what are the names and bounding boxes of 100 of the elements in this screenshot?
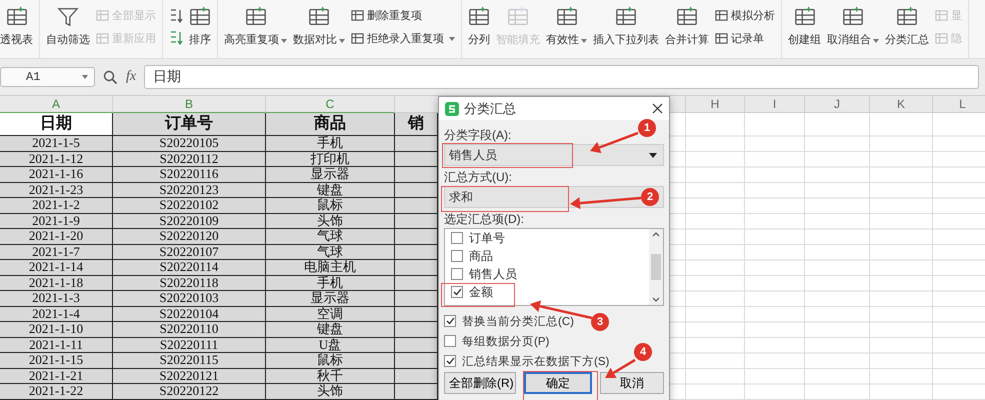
- table-cell: [395, 353, 438, 368]
- column-header[interactable]: L: [933, 96, 985, 112]
- table-cell: 2021-1-14: [0, 260, 113, 276]
- dialog-button[interactable]: 全部删除(R): [444, 372, 516, 394]
- close-button[interactable]: [652, 103, 663, 114]
- caret-icon: [339, 39, 345, 43]
- table-cell: 商品: [266, 113, 395, 136]
- ribbon-button[interactable]: 自动筛选: [46, 6, 90, 47]
- checkbox[interactable]: [444, 355, 456, 367]
- table-icon: [935, 9, 948, 22]
- scroll-thumb[interactable]: [651, 254, 661, 280]
- table-cell: [395, 291, 438, 306]
- table-icon: [189, 6, 211, 28]
- table-cell: [395, 152, 438, 167]
- ribbon-button[interactable]: 删除重复项: [351, 8, 455, 23]
- arrow: [570, 196, 642, 210]
- table-cell: S20220114: [113, 260, 266, 276]
- dialog-button[interactable]: 确定: [524, 372, 592, 394]
- option-label: 替换当前分类汇总(C): [462, 314, 574, 328]
- column-header[interactable]: J: [805, 96, 870, 112]
- sort-icon[interactable]: [169, 30, 183, 46]
- table-cell: 打印机: [266, 152, 395, 167]
- fx-label: fx: [126, 69, 136, 85]
- table-cell: [395, 182, 438, 198]
- table-cell: S20220107: [113, 244, 266, 260]
- ribbon-button[interactable]: 模拟分析: [715, 8, 775, 23]
- table-cell: 手机: [266, 136, 395, 152]
- dropdown-field[interactable]: 销售人员: [444, 144, 664, 166]
- name-box[interactable]: A1: [0, 67, 95, 87]
- table-cell: [395, 306, 438, 322]
- ribbon-button[interactable]: 排序: [189, 6, 211, 47]
- ribbon-button[interactable]: 记录单: [715, 31, 775, 46]
- column-header[interactable]: I: [745, 96, 805, 112]
- table-icon: [556, 6, 578, 28]
- ribbon-button[interactable]: 合并计算: [665, 6, 709, 47]
- caret-icon: [281, 39, 287, 43]
- table-cell: S20220123: [113, 182, 266, 198]
- column-header[interactable]: H: [686, 96, 745, 112]
- table-icon: [715, 32, 728, 45]
- table-cell: S20220104: [113, 306, 266, 322]
- table-cell: S20220115: [113, 353, 266, 368]
- table-cell: 2021-1-15: [0, 353, 113, 368]
- app-icon: [445, 102, 459, 116]
- scrollbar[interactable]: [649, 229, 663, 305]
- table-icon: [715, 9, 728, 22]
- table-cell: [395, 260, 438, 276]
- table-cell: 键盘: [266, 322, 395, 338]
- checkbox[interactable]: [451, 232, 463, 244]
- table-cell: 头饰: [266, 214, 395, 229]
- list-item-label: 销售人员: [469, 266, 517, 282]
- ribbon-button[interactable]: 拒绝录入重复项: [351, 31, 455, 46]
- ribbon-button[interactable]: 创建组: [788, 6, 821, 47]
- column-header[interactable]: K: [870, 96, 933, 112]
- sort-icon[interactable]: [169, 8, 183, 24]
- table-icon: [308, 6, 330, 28]
- table-cell: [395, 214, 438, 229]
- ribbon-button[interactable]: 数据对比: [293, 6, 345, 47]
- table-cell: 电脑主机: [266, 260, 395, 276]
- formula-field[interactable]: 日期: [144, 65, 979, 89]
- table-cell: 2021-1-12: [0, 152, 113, 167]
- checkbox[interactable]: [444, 315, 456, 327]
- ribbon-button[interactable]: 取消组合: [827, 6, 879, 47]
- scroll-up-icon[interactable]: [652, 232, 660, 237]
- ribbon-button[interactable]: 插入下拉列表: [593, 6, 659, 47]
- table-cell: S20220111: [113, 338, 266, 353]
- ribbon-button[interactable]: 分类汇总: [885, 6, 929, 47]
- table-cell: 2021-1-10: [0, 322, 113, 338]
- checkbox[interactable]: [444, 335, 456, 347]
- table-cell: S20220112: [113, 152, 266, 167]
- table-cell: [395, 322, 438, 338]
- scroll-down-icon[interactable]: [652, 297, 660, 302]
- table-cell: [395, 136, 438, 152]
- ribbon-button[interactable]: 高亮重复项: [224, 6, 287, 47]
- table-icon: [96, 9, 109, 22]
- arrow: [590, 132, 638, 154]
- checkbox[interactable]: [451, 268, 463, 280]
- table-icon: [351, 32, 364, 45]
- table-icon: [244, 6, 266, 28]
- table-icon: [615, 6, 637, 28]
- field-label: 分类字段(A):: [444, 127, 512, 142]
- table-cell: 订单号: [113, 113, 266, 136]
- checkbox[interactable]: [451, 250, 463, 262]
- ribbon-button[interactable]: 有效性: [546, 6, 587, 47]
- table-icon: [676, 6, 698, 28]
- table-cell: S20220120: [113, 229, 266, 244]
- caret-icon: [82, 75, 88, 79]
- list-item-label: 金额: [469, 284, 493, 300]
- checkbox[interactable]: [451, 286, 463, 298]
- dialog-button[interactable]: 取消: [600, 372, 664, 394]
- table-cell: [395, 276, 438, 291]
- caret-icon: [873, 39, 879, 43]
- ribbon-button[interactable]: 分列: [468, 6, 490, 47]
- table-cell: 2021-1-16: [0, 167, 113, 182]
- zoom-icon[interactable]: [103, 70, 118, 84]
- ribbon-button[interactable]: 透视表: [0, 6, 33, 47]
- table-cell: 2021-1-5: [0, 136, 113, 152]
- table-cell: S20220102: [113, 198, 266, 214]
- caret-icon: [449, 36, 455, 40]
- table-cell: [395, 229, 438, 244]
- table-cell: [395, 338, 438, 353]
